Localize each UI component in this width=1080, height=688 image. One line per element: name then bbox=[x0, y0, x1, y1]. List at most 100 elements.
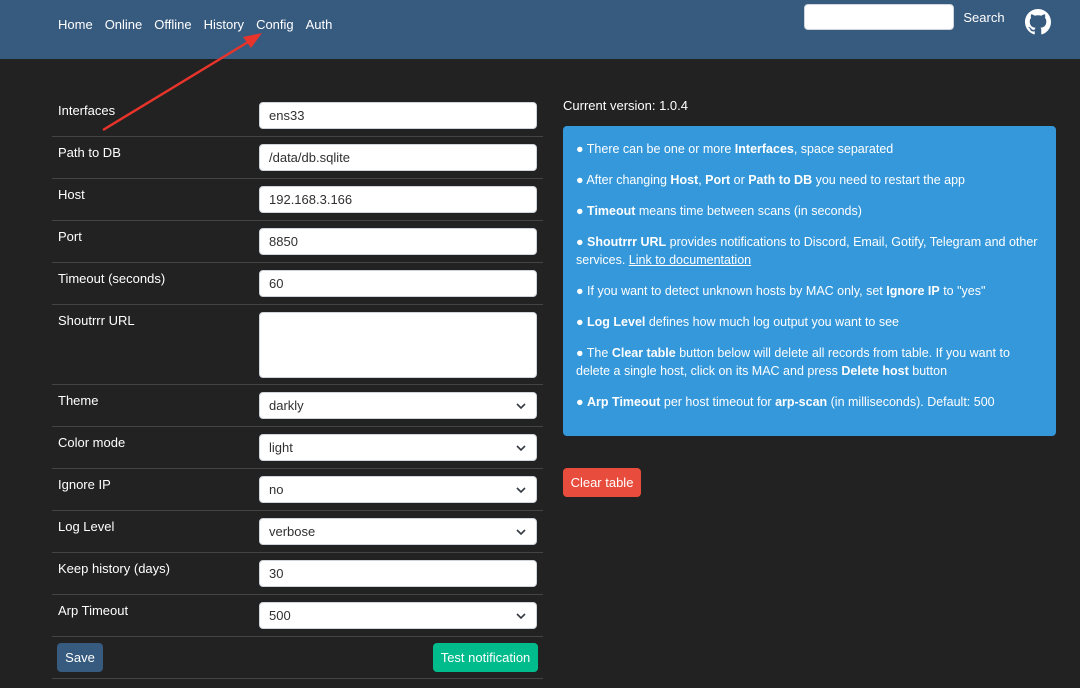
host-input[interactable] bbox=[259, 186, 537, 213]
info-text: means time between scans (in seconds) bbox=[635, 204, 862, 218]
port-row: Port bbox=[52, 221, 543, 263]
nav-auth[interactable]: Auth bbox=[306, 17, 333, 33]
color-mode-select-value: light bbox=[269, 440, 293, 455]
info-bold: Path to DB bbox=[748, 173, 813, 187]
ignore-ip-label: Ignore IP bbox=[58, 477, 111, 492]
info-text: , space separated bbox=[793, 142, 894, 156]
db-path-input[interactable] bbox=[259, 144, 537, 171]
info-text: or bbox=[730, 173, 749, 187]
theme-row: Theme darkly bbox=[52, 385, 543, 427]
info-text: ● The bbox=[576, 346, 612, 360]
info-restart: ● After changing Host, Port or Path to D… bbox=[576, 171, 1043, 189]
color-mode-select[interactable]: light bbox=[259, 434, 537, 461]
info-bold: Ignore IP bbox=[886, 284, 940, 298]
search-input[interactable] bbox=[804, 4, 954, 30]
log-level-select-value: verbose bbox=[269, 524, 316, 539]
keep-history-row: Keep history (days) bbox=[52, 553, 543, 595]
ignore-ip-select-value: no bbox=[269, 482, 284, 497]
info-bold: arp-scan bbox=[775, 395, 828, 409]
ignore-ip-row: Ignore IP no bbox=[52, 469, 543, 511]
save-button[interactable]: Save bbox=[57, 643, 103, 672]
interfaces-row: Interfaces bbox=[52, 95, 543, 137]
interfaces-input[interactable] bbox=[259, 102, 537, 129]
theme-label: Theme bbox=[58, 393, 99, 408]
info-ignore-ip: ● If you want to detect unknown hosts by… bbox=[576, 282, 1043, 300]
config-form: Interfaces Path to DB Host Port Timeout … bbox=[52, 95, 543, 679]
color-mode-label: Color mode bbox=[58, 435, 126, 450]
info-text: you need to restart the app bbox=[812, 173, 965, 187]
log-level-row: Log Level verbose bbox=[52, 511, 543, 553]
clear-table-button[interactable]: Clear table bbox=[563, 468, 641, 497]
info-text: ● After changing bbox=[576, 173, 671, 187]
arp-timeout-select-value: 500 bbox=[269, 608, 291, 623]
form-actions: Save Test notification bbox=[52, 637, 543, 679]
chevron-down-icon bbox=[516, 445, 526, 452]
info-bold: Interfaces bbox=[734, 142, 794, 156]
version-text: Current version: 1.0.4 bbox=[563, 98, 689, 113]
info-timeout: ● Timeout means time between scans (in s… bbox=[576, 202, 1043, 220]
info-bold: Port bbox=[705, 173, 731, 187]
github-icon[interactable] bbox=[1025, 9, 1051, 35]
port-input[interactable] bbox=[259, 228, 537, 255]
info-bold: Log Level bbox=[587, 315, 646, 329]
arp-timeout-label: Arp Timeout bbox=[58, 603, 129, 618]
arp-timeout-select[interactable]: 500 bbox=[259, 602, 537, 629]
keep-history-input[interactable] bbox=[259, 560, 537, 587]
host-row: Host bbox=[52, 179, 543, 221]
info-shoutrrr: ● Shoutrrr URL provides notifications to… bbox=[576, 233, 1043, 269]
log-level-select[interactable]: verbose bbox=[259, 518, 537, 545]
timeout-label: Timeout (seconds) bbox=[58, 271, 166, 286]
chevron-down-icon bbox=[516, 487, 526, 494]
db-path-row: Path to DB bbox=[52, 137, 543, 179]
info-bold: Host bbox=[670, 173, 699, 187]
ignore-ip-select[interactable]: no bbox=[259, 476, 537, 503]
test-notification-button[interactable]: Test notification bbox=[433, 643, 538, 672]
shoutrrr-label: Shoutrrr URL bbox=[58, 313, 135, 328]
nav-offline[interactable]: Offline bbox=[154, 17, 191, 33]
interfaces-label: Interfaces bbox=[58, 103, 116, 118]
info-text: ● If you want to detect unknown hosts by… bbox=[576, 284, 887, 298]
color-mode-row: Color mode light bbox=[52, 427, 543, 469]
documentation-link[interactable]: Link to documentation bbox=[629, 253, 751, 267]
info-text: button bbox=[908, 364, 948, 378]
info-text: ● bbox=[576, 395, 588, 409]
host-label: Host bbox=[58, 187, 85, 202]
chevron-down-icon bbox=[516, 403, 526, 410]
log-level-label: Log Level bbox=[58, 519, 115, 534]
nav-config[interactable]: Config bbox=[256, 17, 294, 33]
info-text: ● There can be one or more bbox=[576, 142, 735, 156]
db-path-label: Path to DB bbox=[58, 145, 121, 160]
chevron-down-icon bbox=[516, 613, 526, 620]
timeout-row: Timeout (seconds) bbox=[52, 263, 543, 305]
info-interfaces: ● There can be one or more Interfaces, s… bbox=[576, 140, 1043, 158]
info-bold: Clear table bbox=[611, 346, 676, 360]
info-text: defines how much log output you want to … bbox=[645, 315, 900, 329]
info-text: per host timeout for bbox=[660, 395, 776, 409]
navbar: Home Online Offline History Config Auth … bbox=[0, 0, 1080, 59]
shoutrrr-textarea[interactable] bbox=[259, 312, 537, 378]
arp-timeout-row: Arp Timeout 500 bbox=[52, 595, 543, 637]
shoutrrr-row: Shoutrrr URL bbox=[52, 305, 543, 385]
port-label: Port bbox=[58, 229, 82, 244]
info-bold: Delete host bbox=[841, 364, 909, 378]
info-text: ● bbox=[576, 315, 588, 329]
search-button[interactable]: Search bbox=[958, 4, 1010, 30]
keep-history-label: Keep history (days) bbox=[58, 561, 170, 576]
info-bold: Shoutrrr URL bbox=[587, 235, 667, 249]
theme-select-value: darkly bbox=[269, 398, 304, 413]
nav-links: Home Online Offline History Config Auth bbox=[58, 17, 344, 33]
info-arp: ● Arp Timeout per host timeout for arp-s… bbox=[576, 393, 1043, 411]
info-text: ● bbox=[576, 204, 588, 218]
info-text: to "yes" bbox=[939, 284, 986, 298]
timeout-input[interactable] bbox=[259, 270, 537, 297]
info-box: ● There can be one or more Interfaces, s… bbox=[563, 126, 1056, 436]
nav-history[interactable]: History bbox=[204, 17, 244, 33]
nav-online[interactable]: Online bbox=[105, 17, 143, 33]
info-bold: Timeout bbox=[587, 204, 636, 218]
info-log-level: ● Log Level defines how much log output … bbox=[576, 313, 1043, 331]
nav-home[interactable]: Home bbox=[58, 17, 93, 33]
chevron-down-icon bbox=[516, 529, 526, 536]
info-text: (in milliseconds). Default: 500 bbox=[827, 395, 995, 409]
info-bold: Arp Timeout bbox=[587, 395, 661, 409]
theme-select[interactable]: darkly bbox=[259, 392, 537, 419]
